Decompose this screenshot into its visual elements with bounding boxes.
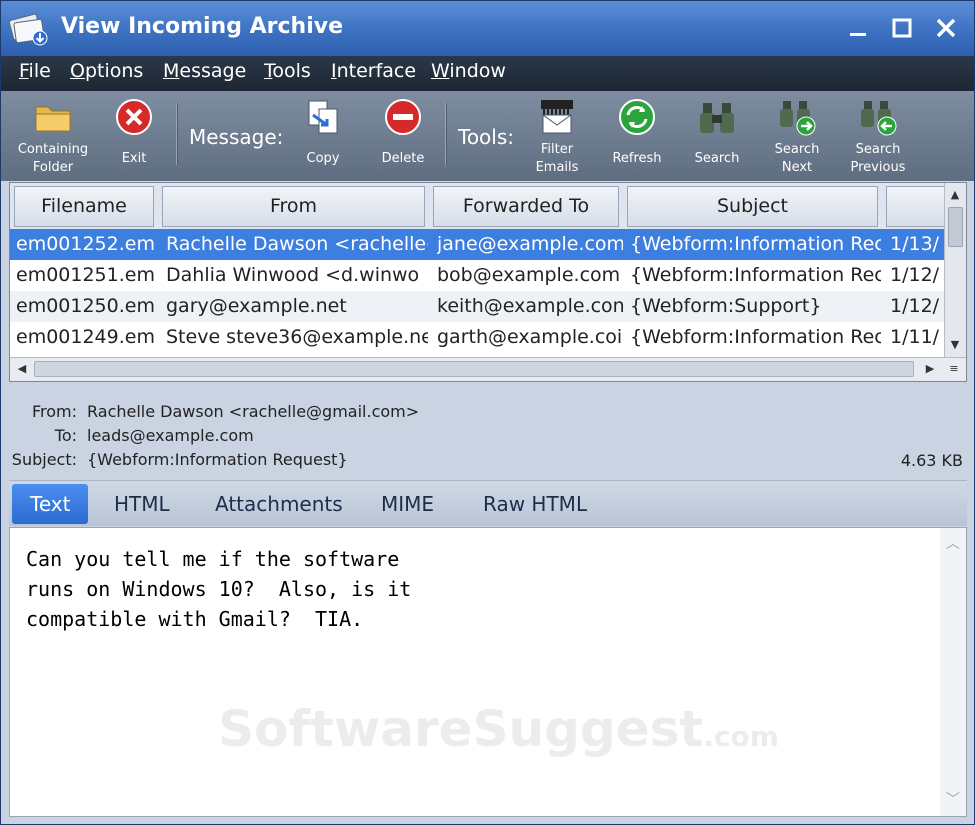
list-vertical-scrollbar[interactable]: ▲ ▼ [944,183,966,357]
watermark: SoftwareSuggest.com [218,700,779,758]
subject-value: {Webform:Information Request} [87,450,348,469]
app-window: View Incoming Archive File Options Messa… [0,0,975,825]
table-row[interactable]: em001250.em gary@example.net keith@examp… [10,291,945,322]
copy-button[interactable]: Copy [295,95,351,177]
toolbar: Containing Folder Exit Message: Copy Del… [1,91,974,181]
search-next-icon [780,101,816,136]
menu-options[interactable]: Options [70,60,143,82]
body-vertical-scrollbar[interactable]: ︿ ﹀ [940,528,966,816]
tab-mime[interactable]: MIME [363,484,452,524]
menu-message[interactable]: Message [163,60,246,82]
chevron-up-icon[interactable]: ︿ [943,534,963,554]
toolbar-separator [445,103,447,165]
refresh-button[interactable]: Refresh [605,95,669,177]
chevron-down-icon[interactable]: ﹀ [943,790,963,810]
title-bar[interactable]: View Incoming Archive [1,1,974,56]
list-horizontal-scrollbar[interactable]: ◀ ▶ ≡ [10,357,966,381]
from-label: From: [31,402,77,421]
column-menu-icon[interactable]: ≡ [944,359,964,379]
filter-icon [541,100,573,134]
column-header-row: Filename From Forwarded To Subject [10,183,946,229]
delete-icon [385,99,421,135]
scroll-down-icon[interactable]: ▼ [945,335,965,355]
table-row[interactable]: em001251.em Dahlia Winwood <d.winwo bob@… [10,260,945,291]
from-value: Rachelle Dawson <rachelle@gmail.com> [87,402,420,421]
search-button[interactable]: Search [687,95,747,177]
search-next-button[interactable]: Search Next [767,95,827,177]
table-row[interactable]: em001249.em Steve steve36@example.ne gar… [10,322,945,353]
maximize-icon[interactable] [887,13,917,43]
search-previous-button[interactable]: Search Previous [843,95,913,177]
column-subject[interactable]: Subject [627,186,878,227]
column-filename[interactable]: Filename [14,186,154,227]
toolbar-separator [176,103,178,165]
search-previous-icon [861,101,897,136]
menu-interface[interactable]: Interface [331,60,416,82]
message-size: 4.63 KB [900,451,963,470]
archive-app-icon [9,13,48,46]
column-from[interactable]: From [162,186,425,227]
menu-window[interactable]: Window [431,60,506,82]
to-label: To: [54,426,77,445]
window-title: View Incoming Archive [61,14,344,39]
menu-bar: File Options Message Tools Interface Win… [1,56,974,91]
containing-folder-button[interactable]: Containing Folder [11,95,95,177]
to-value: leads@example.com [87,426,254,445]
message-list: Filename From Forwarded To Subject em001… [9,182,967,382]
horizontal-scroll-thumb[interactable] [34,361,914,377]
filter-emails-button[interactable]: Filter Emails [529,95,585,177]
copy-icon [308,100,338,134]
message-details: From: Rachelle Dawson <rachelle@gmail.co… [9,393,967,479]
scroll-thumb[interactable] [948,207,963,247]
minimize-icon[interactable] [843,13,873,43]
column-forwarded-to[interactable]: Forwarded To [433,186,619,227]
column-date[interactable] [886,186,946,227]
tab-text[interactable]: Text [12,484,89,524]
tools-group-label: Tools: [458,125,515,149]
delete-button[interactable]: Delete [373,95,433,177]
message-group-label: Message: [189,125,284,149]
table-row[interactable]: em001252.em Rachelle Dawson <rachelle( j… [10,229,945,260]
view-tabs: Text HTML Attachments MIME Raw HTML [9,480,967,526]
menu-tools[interactable]: Tools [264,60,311,82]
menu-file[interactable]: File [19,60,51,82]
message-body-text: Can you tell me if the software runs on … [26,547,412,631]
tab-attachments[interactable]: Attachments [197,484,361,524]
scroll-left-icon[interactable]: ◀ [12,359,32,379]
refresh-icon [619,99,655,135]
message-body[interactable]: Can you tell me if the software runs on … [9,527,967,817]
binoculars-icon [700,103,734,133]
exit-icon [116,99,152,135]
folder-icon [35,106,71,132]
tab-html[interactable]: HTML [96,484,188,524]
scroll-right-icon[interactable]: ▶ [920,359,940,379]
scroll-up-icon[interactable]: ▲ [945,185,965,205]
close-icon[interactable] [931,13,961,43]
tab-raw-html[interactable]: Raw HTML [465,484,605,524]
exit-button[interactable]: Exit [105,95,163,177]
subject-label: Subject: [11,450,77,469]
